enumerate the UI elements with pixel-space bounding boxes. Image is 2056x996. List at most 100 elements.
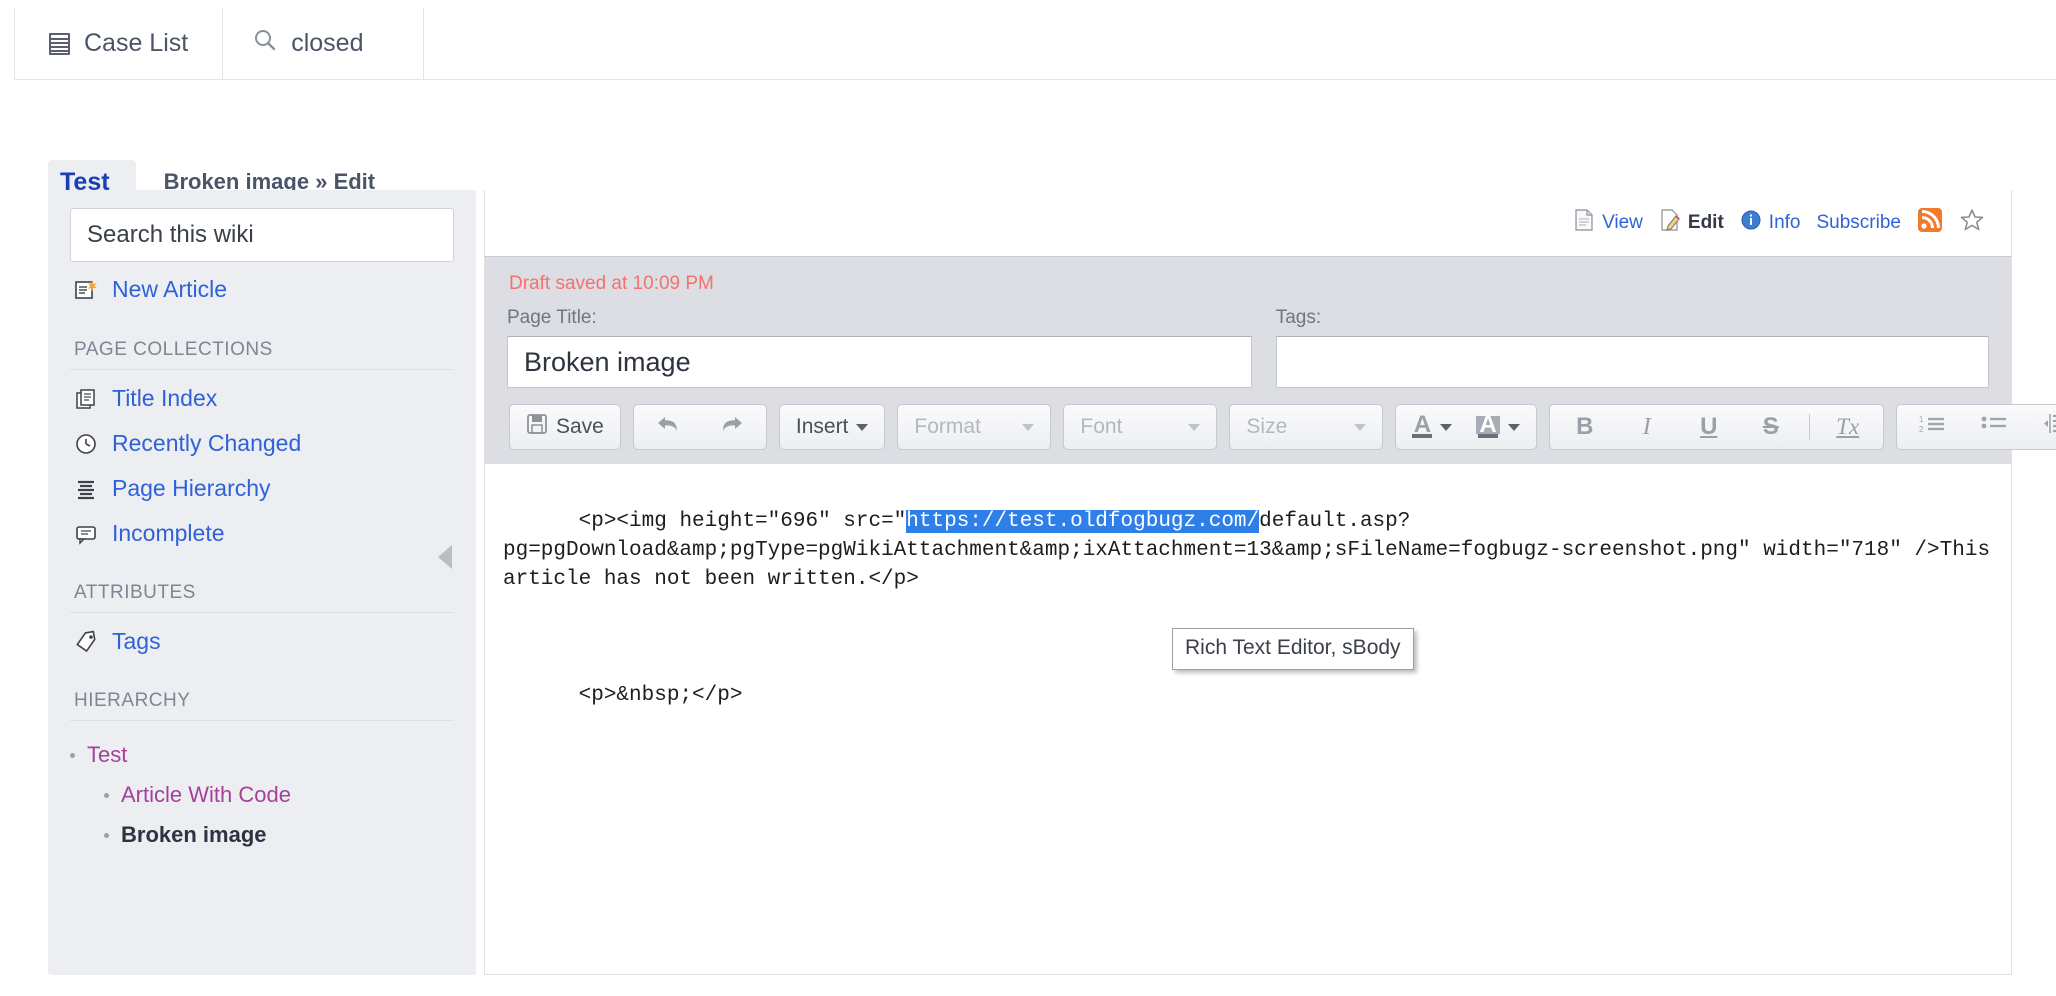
chevron-down-icon [1188,424,1200,431]
strikethrough-button[interactable]: S [1742,408,1800,446]
sidebar-item-title-index-label: Title Index [112,385,217,412]
clock-icon [74,432,98,456]
save-icon [526,413,548,441]
sidebar-item-incomplete-label: Incomplete [112,520,225,547]
editor-fields-row: Page Title: Tags: [507,307,1989,388]
subscribe-action[interactable]: Subscribe [1817,212,1902,234]
numbered-list-icon: 1 2 [1919,413,1945,441]
font-dropdown[interactable]: Font [1070,408,1210,446]
toolbar-divider [1809,414,1810,440]
sidebar-item-new-article-label: New Article [112,276,227,303]
source-code-editor[interactable]: <p><img height="696" src="https://test.o… [485,464,2011,739]
rss-icon [1917,207,1943,239]
document-icon [1573,208,1595,238]
underline-button[interactable]: U [1680,408,1738,446]
tree-item-broken-image-label: Broken image [121,822,267,848]
sidebar-collapse-handle[interactable] [438,545,452,569]
strikethrough-label: S [1763,413,1779,441]
pencil-edit-icon [1659,208,1681,238]
search-input[interactable] [70,208,454,262]
edit-action[interactable]: Edit [1659,208,1724,238]
text-color-swatch [1412,434,1432,438]
page-title-field-wrapper: Page Title: [507,307,1252,388]
format-dropdown[interactable]: Format [904,408,1044,446]
bold-button[interactable]: B [1556,408,1614,446]
list-icon [49,33,70,55]
sidebar-item-recently-changed[interactable]: Recently Changed [70,421,454,466]
chevron-down-icon [1354,424,1366,431]
tree-item-broken-image[interactable]: Broken image [70,815,454,855]
page-title-input[interactable] [507,336,1252,388]
sidebar-section-page-collections: PAGE COLLECTIONS [70,313,454,370]
wiki-content-panel: View Edit [484,190,2012,975]
sidebar-item-incomplete[interactable]: Incomplete [70,511,454,556]
subscribe-action-label: Subscribe [1817,212,1902,234]
sidebar-item-title-index[interactable]: Title Index [70,376,454,421]
tab-search-label: closed [291,29,363,58]
tag-icon [74,630,98,654]
info-circle-icon [1740,209,1762,237]
tab-search-closed[interactable]: closed [223,8,424,79]
chevron-down-icon [856,424,868,431]
size-dropdown-label: Size [1246,415,1287,439]
editor-tooltip: Rich Text Editor, sBody [1172,628,1414,670]
bold-label: B [1576,413,1593,441]
tree-item-article-with-code-label: Article With Code [121,782,291,808]
toolbar-group-save: Save [509,404,621,450]
page-title-label: Page Title: [507,307,1252,336]
info-action[interactable]: Info [1740,209,1801,237]
toolbar-group-history [633,404,767,450]
edit-action-label: Edit [1688,212,1724,234]
source-selected-url: https://test.oldfogbugz.com/ [906,510,1259,533]
redo-button[interactable] [702,408,760,446]
format-dropdown-label: Format [914,415,981,439]
outdent-button[interactable] [2027,408,2056,446]
tab-case-list[interactable]: Case List [14,8,223,79]
top-tab-bar: Case List closed [14,8,2056,80]
page-action-bar: View Edit [485,190,2011,256]
redo-icon [718,413,744,441]
bulleted-list-icon [1981,413,2007,441]
italic-button[interactable]: I [1618,408,1676,446]
view-action[interactable]: View [1573,208,1643,238]
hierarchy-tree: Test Article With Code Broken image [70,727,454,855]
toolbar-group-size: Size [1229,404,1383,450]
sidebar-item-page-hierarchy[interactable]: Page Hierarchy [70,466,454,511]
toolbar-group-format: Format [897,404,1051,450]
remove-format-button[interactable]: Tx [1819,408,1877,446]
bulleted-list-button[interactable] [1965,408,2023,446]
view-action-label: View [1602,212,1643,234]
sidebar-item-page-hierarchy-label: Page Hierarchy [112,475,271,502]
background-color-button[interactable]: A [1466,408,1529,446]
source-line-2: <p>&nbsp;</p> [579,684,743,707]
star-action[interactable] [1959,207,1985,239]
new-article-icon [74,278,98,302]
tab-case-list-label: Case List [84,29,188,58]
page-root: Case List closed Test Broken image » Edi… [0,0,2056,996]
sidebar-section-hierarchy: HIERARCHY [70,664,454,721]
save-button-label: Save [556,415,604,439]
sidebar-item-tags-label: Tags [112,628,161,655]
sidebar-item-recently-changed-label: Recently Changed [112,430,301,457]
tree-item-article-with-code[interactable]: Article With Code [70,775,454,815]
undo-button[interactable] [640,408,698,446]
search-icon [253,28,277,59]
tree-item-test[interactable]: Test [70,735,454,775]
text-color-label: A [1414,416,1431,434]
editor-form-region: Draft saved at 10:09 PM Page Title: Tags… [485,256,2011,464]
text-color-button[interactable]: A [1402,408,1462,446]
tags-input[interactable] [1276,336,1989,388]
save-button[interactable]: Save [516,408,614,446]
chevron-down-icon [1440,424,1452,431]
toolbar-group-lists: 1 2 [1896,404,2056,450]
tree-item-test-label: Test [87,742,127,768]
chevron-down-icon [1508,424,1520,431]
toolbar-group-font: Font [1063,404,1217,450]
size-dropdown[interactable]: Size [1236,408,1376,446]
rss-action[interactable] [1917,207,1943,239]
insert-dropdown[interactable]: Insert [786,408,879,446]
toolbar-group-colors: A A [1395,404,1536,450]
sidebar-item-new-article[interactable]: New Article [70,262,454,313]
numbered-list-button[interactable]: 1 2 [1903,408,1961,446]
sidebar-item-tags[interactable]: Tags [70,619,454,664]
